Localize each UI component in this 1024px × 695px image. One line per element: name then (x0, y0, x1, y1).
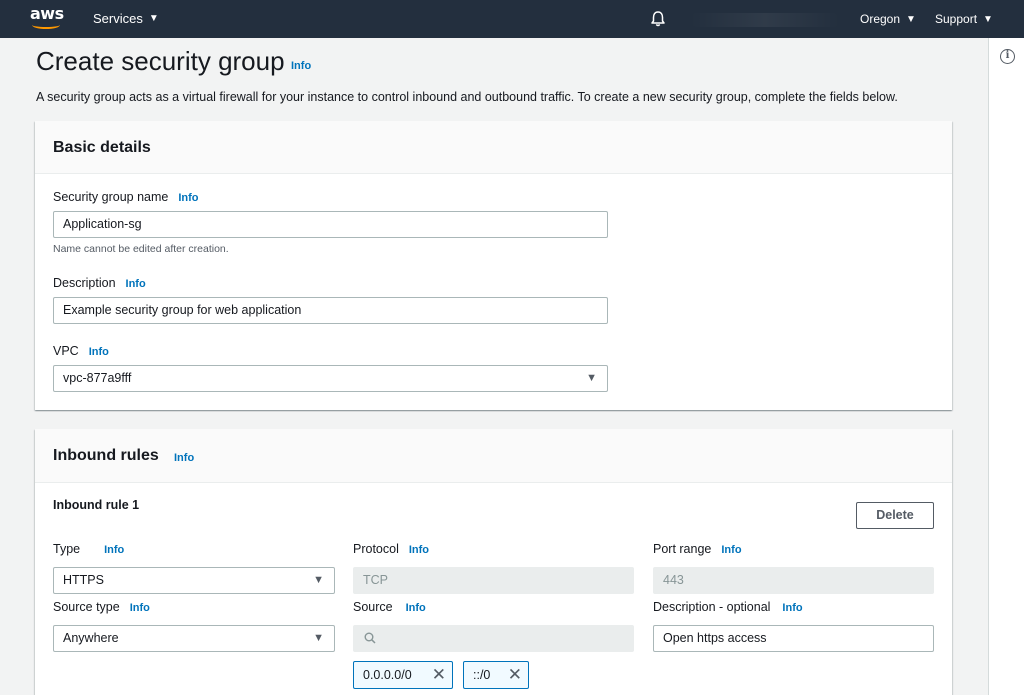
security-group-name-label-text: Security group name (53, 190, 169, 204)
inbound-rules-panel: Inbound rules Info Inbound rule 1 Delete… (35, 429, 952, 695)
description-info-link[interactable]: Info (126, 278, 146, 290)
source-label: Source Info (353, 600, 426, 614)
region-label: Oregon (860, 12, 901, 26)
type-info-link[interactable]: Info (104, 544, 124, 556)
page-title: Create security group (36, 46, 285, 76)
description-input[interactable]: Example security group for web applicati… (53, 297, 608, 324)
vpc-label: VPC Info (53, 344, 109, 358)
port-range-info-link[interactable]: Info (721, 544, 741, 556)
top-navigation: aws Services ▼ Oregon ▼ Support ▼ (0, 0, 1024, 38)
aws-smile-icon (32, 21, 60, 29)
source-type-label: Source type Info (53, 600, 150, 614)
aws-logo[interactable]: aws (30, 6, 64, 32)
source-token-label: 0.0.0.0/0 (363, 668, 412, 682)
type-label-text: Type (53, 542, 81, 556)
page-info-link[interactable]: Info (291, 60, 311, 72)
vpc-select[interactable]: vpc-877a9fff ▼ (53, 365, 608, 392)
page-description: A security group acts as a virtual firew… (36, 90, 898, 104)
info-circle-icon[interactable]: i (1000, 49, 1015, 64)
port-range-label-text: Port range (653, 542, 712, 556)
inbound-rules-header: Inbound rules Info (35, 429, 952, 483)
caret-down-icon: ▼ (983, 13, 993, 25)
security-group-name-label: Security group name Info (53, 190, 199, 204)
basic-details-header: Basic details (35, 121, 952, 174)
caret-down-icon: ▼ (906, 13, 916, 25)
protocol-label-text: Protocol (353, 542, 399, 556)
inbound-rules-title: Inbound rules (53, 447, 159, 464)
source-type-select-value: Anywhere (63, 631, 119, 645)
region-menu[interactable]: Oregon ▼ (860, 12, 916, 26)
port-range-input: 443 (653, 567, 934, 594)
protocol-input: TCP (353, 567, 634, 594)
source-info-link[interactable]: Info (406, 602, 426, 614)
inbound-rule-title: Inbound rule 1 (53, 498, 140, 512)
support-label: Support (935, 12, 978, 26)
rule-description-label-text: Description - optional (653, 600, 771, 614)
protocol-label: Protocol Info (353, 542, 429, 556)
close-icon[interactable]: ✕ (508, 662, 522, 688)
delete-rule-button[interactable]: Delete (856, 502, 934, 529)
security-group-name-hint: Name cannot be edited after creation. (53, 243, 229, 255)
support-menu[interactable]: Support ▼ (935, 12, 993, 26)
services-menu[interactable]: Services ▼ (93, 11, 159, 26)
protocol-info-link[interactable]: Info (409, 544, 429, 556)
description-label: Description Info (53, 276, 146, 290)
security-group-name-info-link[interactable]: Info (178, 192, 198, 204)
source-type-select[interactable]: Anywhere ▼ (53, 625, 335, 652)
basic-details-panel: Basic details Security group name Info Ap… (35, 121, 952, 410)
basic-details-title: Basic details (53, 139, 151, 156)
security-group-name-input[interactable]: Application-sg (53, 211, 608, 238)
type-select-value: HTTPS (63, 573, 104, 587)
tools-panel: i (988, 38, 1024, 695)
rule-description-info-link[interactable]: Info (782, 602, 802, 614)
search-icon (364, 632, 376, 644)
close-icon[interactable]: ✕ (432, 662, 446, 688)
source-token-label: ::/0 (473, 668, 491, 682)
source-label-text: Source (353, 600, 393, 614)
caret-down-icon: ▼ (313, 632, 324, 644)
bell-icon[interactable] (649, 10, 667, 28)
caret-down-icon: ▼ (148, 13, 159, 24)
caret-down-icon: ▼ (313, 574, 324, 586)
source-type-info-link[interactable]: Info (130, 602, 150, 614)
inbound-rules-info-link[interactable]: Info (174, 452, 194, 464)
source-token: 0.0.0.0/0 ✕ (353, 661, 453, 689)
account-menu[interactable] (690, 13, 840, 27)
source-token: ::/0 ✕ (463, 661, 529, 689)
source-search-input[interactable] (353, 625, 634, 652)
type-select[interactable]: HTTPS ▼ (53, 567, 335, 594)
services-label: Services (93, 11, 143, 26)
rule-description-input[interactable]: Open https access (653, 625, 934, 652)
vpc-label-text: VPC (53, 344, 79, 358)
vpc-info-link[interactable]: Info (89, 346, 109, 358)
aws-logo-text: aws (30, 4, 64, 23)
description-label-text: Description (53, 276, 116, 290)
rule-description-label: Description - optional Info (653, 600, 803, 614)
source-type-label-text: Source type (53, 600, 120, 614)
vpc-select-value: vpc-877a9fff (63, 371, 132, 385)
caret-down-icon: ▼ (586, 372, 597, 384)
type-label: Type Info (53, 542, 124, 556)
port-range-label: Port range Info (653, 542, 742, 556)
